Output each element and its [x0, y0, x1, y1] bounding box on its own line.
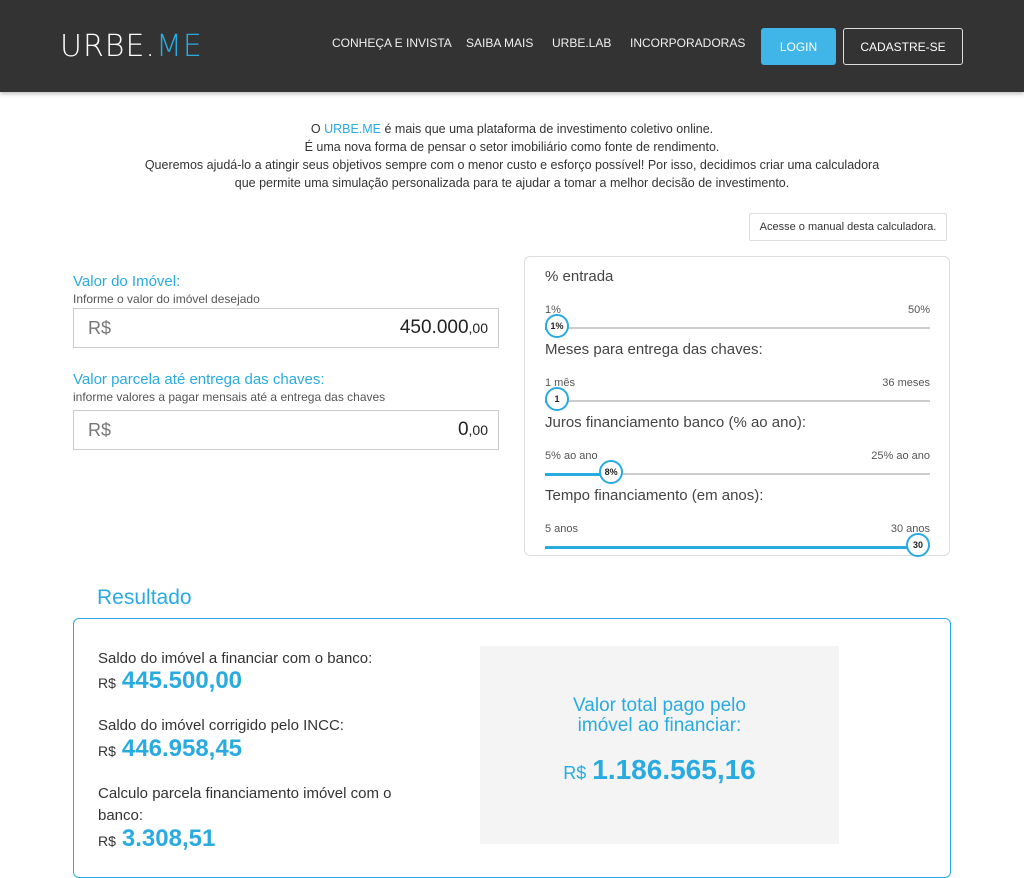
intro-text: O URBE.ME é mais que uma plataforma de i…	[100, 120, 924, 192]
slider-max-label: 50%	[907, 304, 930, 316]
intro-line-2: É uma nova forma de pensar o setor imobi…	[304, 140, 720, 154]
slider-track[interactable]: 8%	[545, 460, 930, 484]
slider-thumb[interactable]: 8%	[599, 460, 624, 484]
slider-thumb[interactable]: 1%	[545, 314, 569, 338]
result-item-label: Calculo parcela financiamento imóvel com…	[98, 785, 392, 824]
intro-line-1: O URBE.ME é mais que uma plataforma de i…	[310, 122, 714, 136]
total-paid-label: Valor total pago pelo imóvel ao financia…	[573, 695, 746, 736]
intro-line-3: Queremos ajudá-lo a atingir seus objetiv…	[144, 158, 880, 172]
property-value-amount: 450.000,00	[399, 317, 488, 338]
slider-title: Tempo financiamento (em anos):	[545, 487, 764, 504]
slider-title: Meses para entrega das chaves:	[545, 341, 763, 358]
slider-max-label: 25% ao ano	[871, 450, 930, 462]
slider-thumb[interactable]: 30	[906, 533, 930, 557]
nav-conheca-e-invista[interactable]: CONHEÇA E INVISTA	[332, 36, 452, 50]
slider-thumb[interactable]: 1	[545, 387, 569, 411]
installment-value-label: Valor parcela até entrega das chaves:	[73, 371, 325, 388]
result-item-value: R$ 446.958,45	[98, 735, 243, 762]
property-value-input[interactable]: R$ 450.000,00	[73, 308, 499, 348]
total-paid-box: Valor total pago pelo imóvel ao financia…	[480, 646, 839, 844]
login-button[interactable]: LOGIN	[761, 28, 836, 65]
top-navbar: URBE.ME CONHEÇA E INVISTA SAIBA MAIS URB…	[0, 0, 1024, 92]
slider-fill	[545, 546, 918, 549]
slider-min-label: 5 anos	[545, 523, 579, 535]
result-item-label: Saldo do imóvel corrigido pelo INCC:	[98, 717, 344, 734]
signup-button[interactable]: CADASTRE-SE	[843, 28, 963, 65]
result-title: Resultado	[97, 586, 192, 609]
nav-saiba-mais[interactable]: SAIBA MAIS	[466, 36, 533, 50]
slider-min-label: 5% ao ano	[545, 450, 598, 462]
slider-track[interactable]: 1	[545, 387, 930, 411]
slider-max-label: 36 meses	[882, 377, 930, 389]
brand-link[interactable]: URBE.ME	[324, 122, 381, 136]
nav-urbe-lab[interactable]: URBE.LAB	[552, 36, 611, 50]
nav-incorporadoras[interactable]: INCORPORADORAS	[630, 36, 745, 50]
calculator-manual-button[interactable]: Acesse o manual desta calculadora.	[749, 213, 947, 241]
property-value-label: Valor do Imóvel:	[73, 273, 181, 290]
slider-max-label: 30 anos	[890, 523, 930, 535]
simulation-sliders-panel: % entrada 1% 50% 1% Meses para entrega d…	[524, 256, 950, 557]
slider-title: % entrada	[545, 268, 614, 285]
installment-value-amount: 0,00	[457, 419, 488, 440]
currency-label: R$	[88, 317, 112, 338]
installment-value-input[interactable]: R$ 0,00	[73, 410, 499, 450]
result-item-value: R$ 3.308,51	[98, 825, 216, 852]
result-item-value: R$ 445.500,00	[98, 667, 243, 694]
urbe-me-logo[interactable]: URBE.ME	[60, 29, 203, 64]
property-value-hint: Informe o valor do imóvel desejado	[73, 292, 260, 306]
total-paid-value: R$ 1.186.565,16	[563, 754, 756, 785]
slider-track[interactable]: 30	[545, 533, 930, 557]
intro-line-4: que permite uma simulação personalizada …	[234, 176, 790, 190]
installment-value-hint: informe valores a pagar mensais até a en…	[73, 390, 386, 404]
result-panel: Saldo do imóvel a financiar com o banco:…	[73, 618, 951, 878]
slider-title: Juros financiamento banco (% ao ano):	[545, 414, 806, 431]
currency-label: R$	[88, 419, 112, 440]
slider-track[interactable]: 1%	[545, 314, 930, 338]
